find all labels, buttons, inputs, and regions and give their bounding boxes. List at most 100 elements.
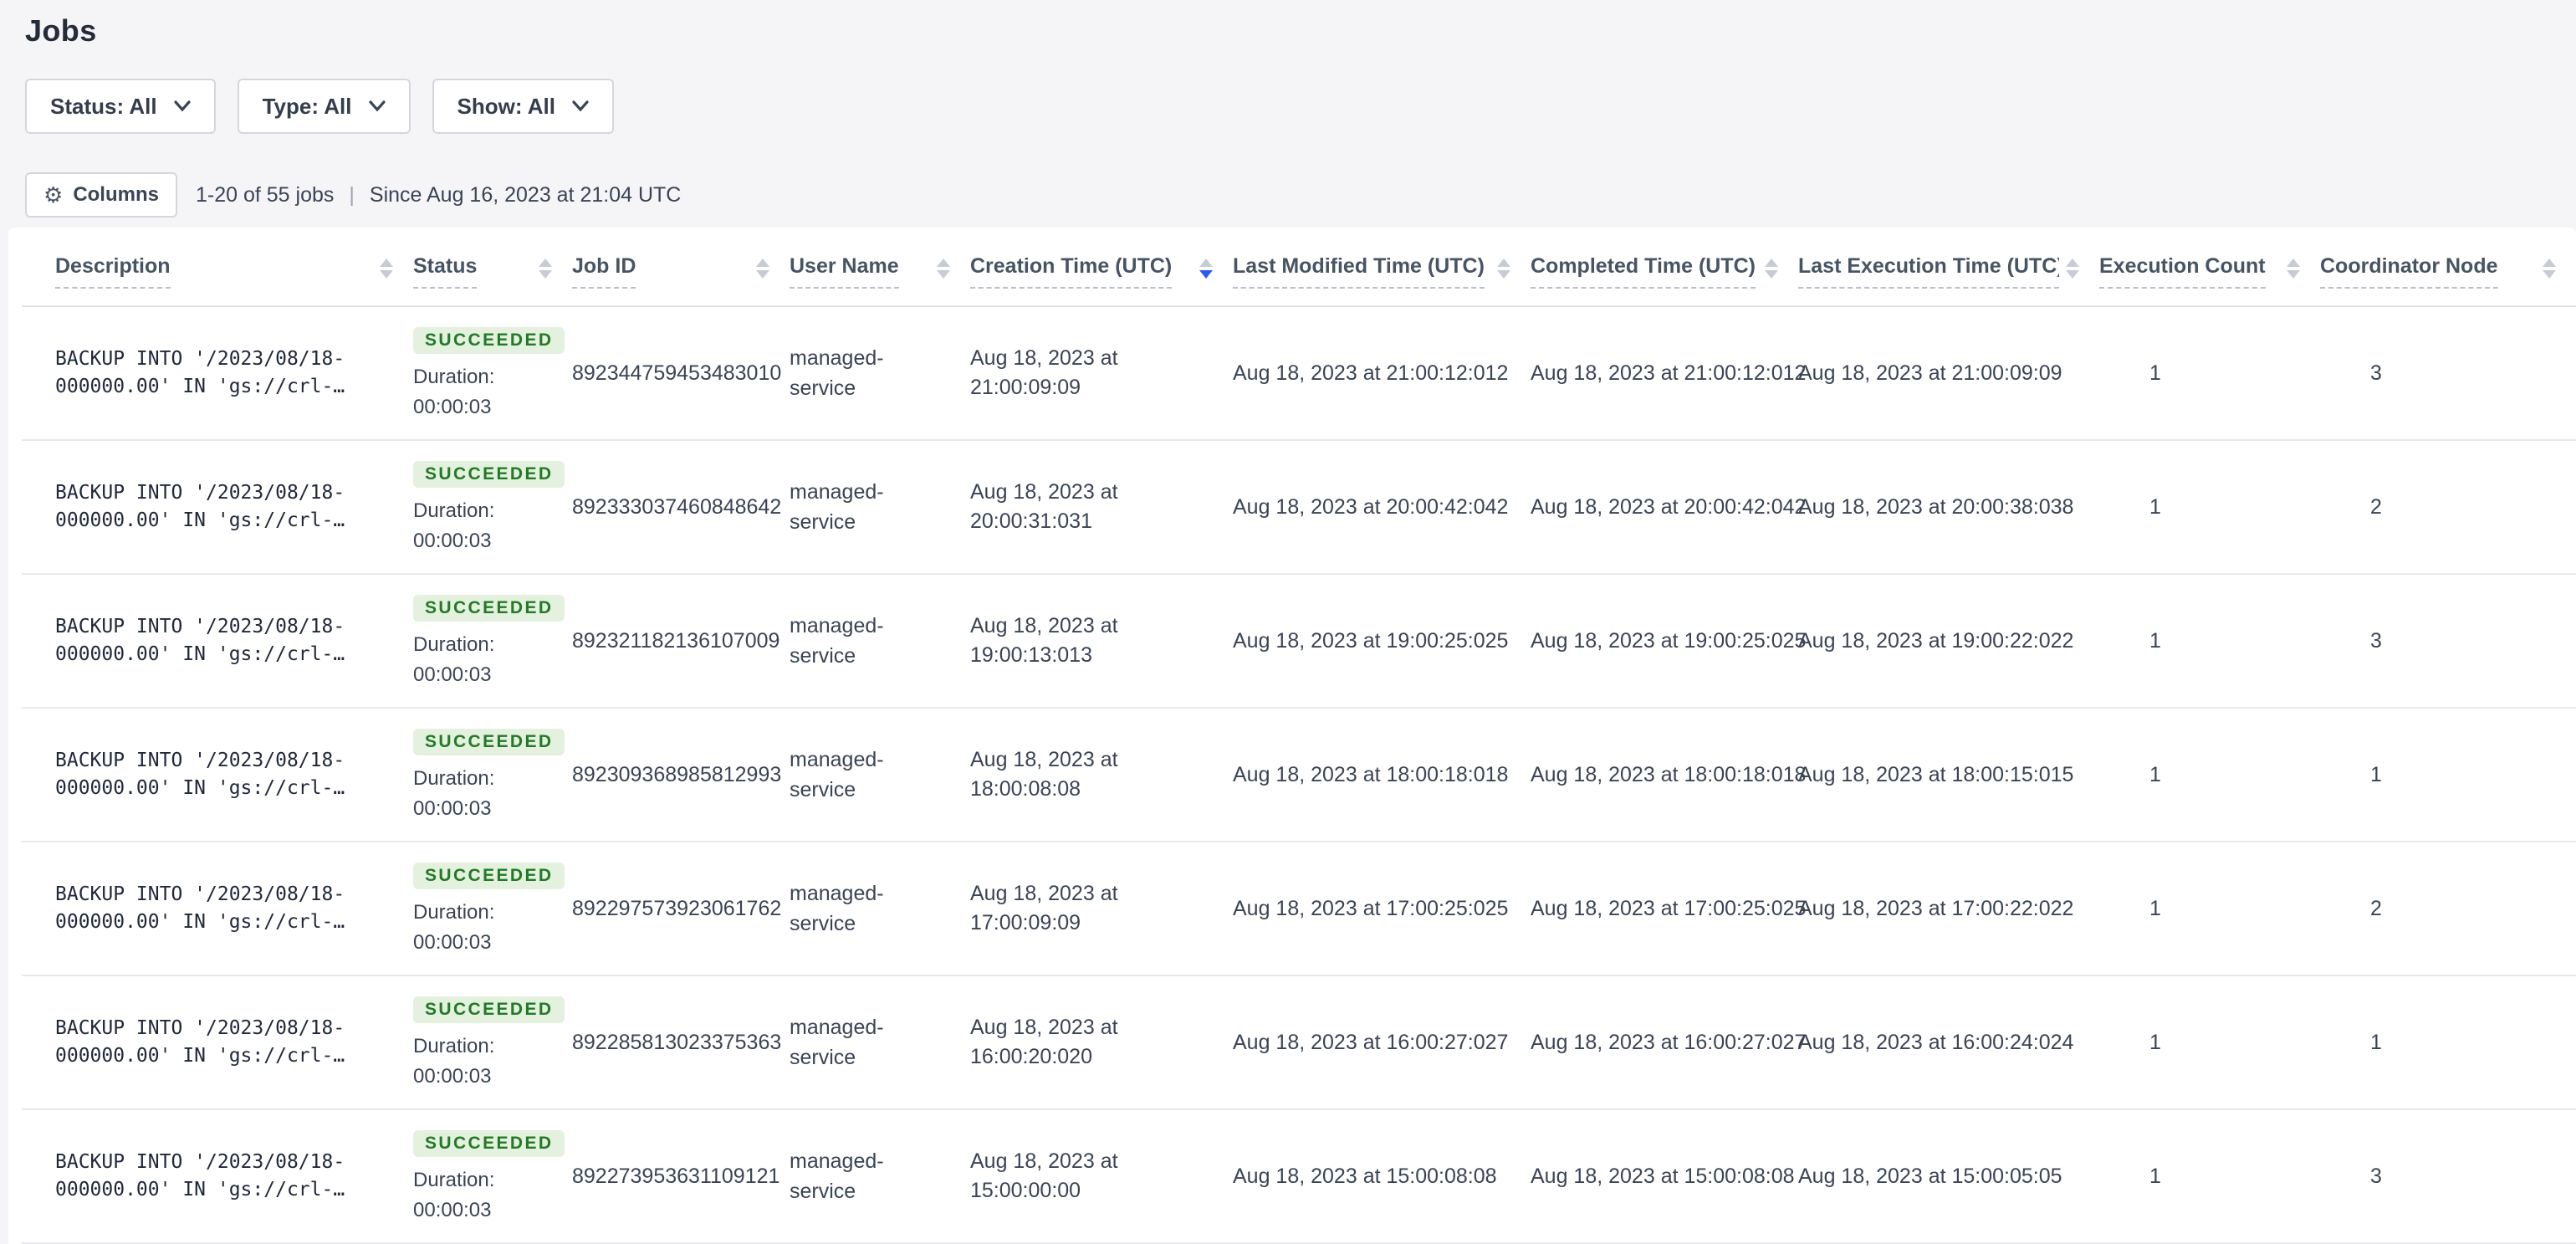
- sort-icon: [937, 258, 950, 285]
- job-description: BACKUP INTO '/2023/08/18-000000.00' IN '…: [55, 616, 345, 665]
- column-header-creation-time[interactable]: Creation Time (UTC): [970, 228, 1233, 307]
- creation-time: Aug 18, 2023 at 18:00:08:08: [970, 748, 1118, 801]
- columns-button[interactable]: ⚙ Columns: [25, 172, 177, 218]
- column-header-status[interactable]: Status: [413, 228, 572, 307]
- table-row[interactable]: BACKUP INTO '/2023/08/18-000000.00' IN '…: [22, 1109, 2576, 1244]
- last-execution-time: Aug 18, 2023 at 19:00:22:022: [1798, 574, 2099, 709]
- sort-icon: [380, 258, 393, 285]
- column-header-coordinator-node[interactable]: Coordinator Node: [2320, 228, 2576, 307]
- user-name: managed-service: [790, 881, 884, 935]
- column-header-last-modified-time[interactable]: Last Modified Time (UTC): [1233, 228, 1531, 307]
- last-modified-time: Aug 18, 2023 at 19:00:25:025: [1233, 574, 1531, 709]
- completed-time: Aug 18, 2023 at 15:00:08:08: [1531, 1109, 1798, 1244]
- execution-count: 1: [2099, 1109, 2320, 1244]
- gear-icon: ⚙: [43, 182, 64, 207]
- user-name: managed-service: [790, 747, 884, 801]
- show-filter-dropdown[interactable]: Show: All: [432, 79, 614, 134]
- completed-time: Aug 18, 2023 at 17:00:25:025: [1531, 842, 1806, 976]
- last-modified-time: Aug 18, 2023 at 21:00:12:012: [1233, 306, 1531, 441]
- duration-label: Duration:: [413, 1035, 495, 1057]
- table-row[interactable]: BACKUP INTO '/2023/08/18-000000.00' IN '…: [22, 574, 2576, 709]
- last-modified-time: Aug 18, 2023 at 15:00:08:08: [1233, 1109, 1531, 1244]
- duration-label: Duration:: [413, 767, 495, 790]
- execution-count: 1: [2099, 708, 2320, 842]
- user-name: managed-service: [790, 479, 884, 534]
- table-row[interactable]: BACKUP INTO '/2023/08/18-000000.00' IN '…: [22, 440, 2576, 575]
- column-header-execution-count[interactable]: Execution Count: [2099, 228, 2320, 307]
- duration-label: Duration:: [413, 633, 495, 656]
- job-id: 892297573923061762: [572, 842, 790, 976]
- job-description: BACKUP INTO '/2023/08/18-000000.00' IN '…: [55, 750, 345, 799]
- sort-icon: [1497, 258, 1510, 285]
- completed-time: Aug 18, 2023 at 21:00:12:012: [1531, 306, 1806, 441]
- chevron-down-icon: [572, 100, 589, 112]
- table-row[interactable]: BACKUP INTO '/2023/08/18-000000.00' IN '…: [22, 975, 2576, 1110]
- job-description: BACKUP INTO '/2023/08/18-000000.00' IN '…: [55, 482, 345, 531]
- sort-desc-icon: [1199, 258, 1213, 285]
- last-execution-time: Aug 18, 2023 at 16:00:24:024: [1798, 975, 2099, 1110]
- duration-value: 00:00:03: [413, 1065, 492, 1088]
- creation-time: Aug 18, 2023 at 15:00:00:00: [970, 1149, 1118, 1202]
- column-header-description[interactable]: Description: [22, 228, 413, 307]
- creation-time: Aug 18, 2023 at 21:00:09:09: [970, 346, 1118, 399]
- separator: |: [349, 182, 355, 207]
- status-filter-dropdown[interactable]: Status: All: [25, 79, 216, 134]
- status-badge: SUCCEEDED: [413, 863, 565, 889]
- coordinator-node: 1: [2320, 975, 2576, 1110]
- duration-value: 00:00:03: [413, 396, 492, 418]
- last-modified-time: Aug 18, 2023 at 18:00:18:018: [1233, 708, 1531, 842]
- type-filter-dropdown[interactable]: Type: All: [237, 79, 411, 134]
- columns-button-label: Columns: [73, 183, 159, 206]
- sort-icon: [1765, 258, 1778, 285]
- show-filter-label: Show: All: [457, 93, 555, 119]
- creation-time: Aug 18, 2023 at 20:00:31:031: [970, 480, 1118, 533]
- coordinator-node: 3: [2320, 574, 2576, 709]
- column-header-last-execution-time[interactable]: Last Execution Time (UTC): [1798, 228, 2099, 307]
- duration-label: Duration:: [413, 499, 495, 522]
- job-description: BACKUP INTO '/2023/08/18-000000.00' IN '…: [55, 1017, 345, 1067]
- user-name: managed-service: [790, 1015, 884, 1069]
- column-header-completed-time[interactable]: Completed Time (UTC): [1531, 228, 1798, 307]
- sort-icon: [2287, 258, 2300, 285]
- duration-label: Duration:: [413, 366, 495, 388]
- table-row[interactable]: BACKUP INTO '/2023/08/18-000000.00' IN '…: [22, 708, 2576, 842]
- user-name: managed-service: [790, 346, 884, 400]
- jobs-count: 1-20 of 55 jobs: [195, 182, 335, 207]
- status-badge: SUCCEEDED: [413, 729, 565, 755]
- completed-time: Aug 18, 2023 at 16:00:27:027: [1531, 975, 1806, 1110]
- duration-label: Duration:: [413, 1169, 495, 1191]
- job-id: 892333037460848642: [572, 440, 790, 575]
- duration-value: 00:00:03: [413, 1199, 492, 1221]
- jobs-page: Jobs Status: All Type: All Show: All ⚙ C…: [0, 0, 2576, 1244]
- table-row[interactable]: BACKUP INTO '/2023/08/18-000000.00' IN '…: [22, 306, 2576, 441]
- type-filter-label: Type: All: [262, 93, 352, 119]
- last-modified-time: Aug 18, 2023 at 16:00:27:027: [1233, 975, 1531, 1110]
- since-text: Since Aug 16, 2023 at 21:04 UTC: [369, 182, 682, 207]
- column-header-user-name[interactable]: User Name: [790, 228, 970, 307]
- duration-value: 00:00:03: [413, 797, 492, 820]
- table-row[interactable]: BACKUP INTO '/2023/08/18-000000.00' IN '…: [22, 842, 2576, 976]
- execution-count: 1: [2099, 306, 2320, 441]
- duration-value: 00:00:03: [413, 530, 492, 552]
- column-header-job-id[interactable]: Job ID: [572, 228, 790, 307]
- sort-icon: [756, 258, 769, 285]
- coordinator-node: 3: [2320, 1109, 2576, 1244]
- chevron-down-icon: [368, 100, 386, 112]
- page-title: Jobs: [25, 13, 97, 48]
- last-execution-time: Aug 18, 2023 at 15:00:05:05: [1798, 1109, 2099, 1244]
- job-id: 892309368985812993: [572, 708, 790, 842]
- job-description: BACKUP INTO '/2023/08/18-000000.00' IN '…: [55, 883, 345, 933]
- status-badge: SUCCEEDED: [413, 461, 565, 488]
- completed-time: Aug 18, 2023 at 19:00:25:025: [1531, 574, 1806, 709]
- completed-time: Aug 18, 2023 at 18:00:18:018: [1531, 708, 1806, 842]
- coordinator-node: 3: [2320, 306, 2576, 441]
- status-badge: SUCCEEDED: [413, 1130, 565, 1157]
- last-modified-time: Aug 18, 2023 at 17:00:25:025: [1233, 842, 1531, 976]
- execution-count: 1: [2099, 440, 2320, 575]
- sort-icon: [2543, 258, 2556, 285]
- job-id: 892285813023375363: [572, 975, 790, 1110]
- creation-time: Aug 18, 2023 at 17:00:09:09: [970, 882, 1118, 934]
- job-id: 892321182136107009: [572, 574, 790, 709]
- sort-icon: [539, 258, 552, 285]
- last-modified-time: Aug 18, 2023 at 20:00:42:042: [1233, 440, 1531, 575]
